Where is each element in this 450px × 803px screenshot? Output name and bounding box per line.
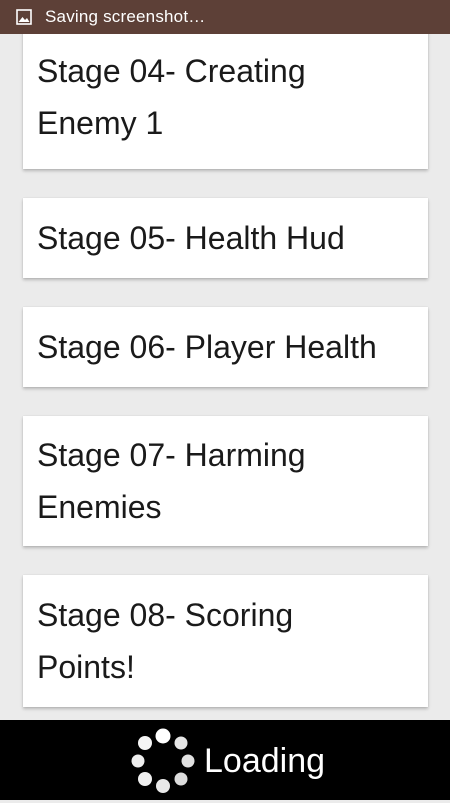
stage-title-line1: Stage 05- Health Hud — [37, 220, 345, 256]
loading-label: Loading — [204, 742, 326, 780]
stage-title: Stage 08- Scoring Points! — [37, 589, 293, 693]
stage-title: Stage 07- Harming Enemies — [37, 429, 306, 533]
stage-title-line2: Enemy 1 — [37, 104, 164, 141]
stage-list[interactable]: Stage 04- Creating Enemy 1 Stage 05- Hea… — [0, 34, 450, 720]
status-text: Saving screenshot… — [45, 7, 206, 26]
stage-title: Stage 05- Health Hud — [37, 212, 345, 264]
stage-title-line1: Stage 06- Player Health — [37, 329, 377, 365]
stage-title: Stage 04- Creating Enemy 1 — [37, 45, 306, 149]
stage-card-06[interactable]: Stage 06- Player Health — [23, 307, 428, 387]
stage-title-line1: Stage 07- Harming — [37, 437, 306, 473]
loading-bar: Loading — [0, 720, 450, 800]
stage-card-08[interactable]: Stage 08- Scoring Points! — [23, 575, 428, 707]
stage-card-07[interactable]: Stage 07- Harming Enemies — [23, 416, 428, 546]
stage-title: Stage 06- Player Health — [37, 321, 377, 373]
spinner-icon — [126, 724, 200, 798]
stage-card-04[interactable]: Stage 04- Creating Enemy 1 — [23, 34, 428, 169]
status-bar: Saving screenshot… — [0, 0, 450, 34]
image-icon — [15, 8, 33, 26]
stage-title-line2: Enemies — [37, 489, 162, 525]
stage-card-05[interactable]: Stage 05- Health Hud — [23, 198, 428, 278]
stage-title-line2: Points! — [37, 649, 135, 685]
stage-title-line1: Stage 04- Creating — [37, 52, 306, 89]
stage-title-line1: Stage 08- Scoring — [37, 597, 294, 633]
